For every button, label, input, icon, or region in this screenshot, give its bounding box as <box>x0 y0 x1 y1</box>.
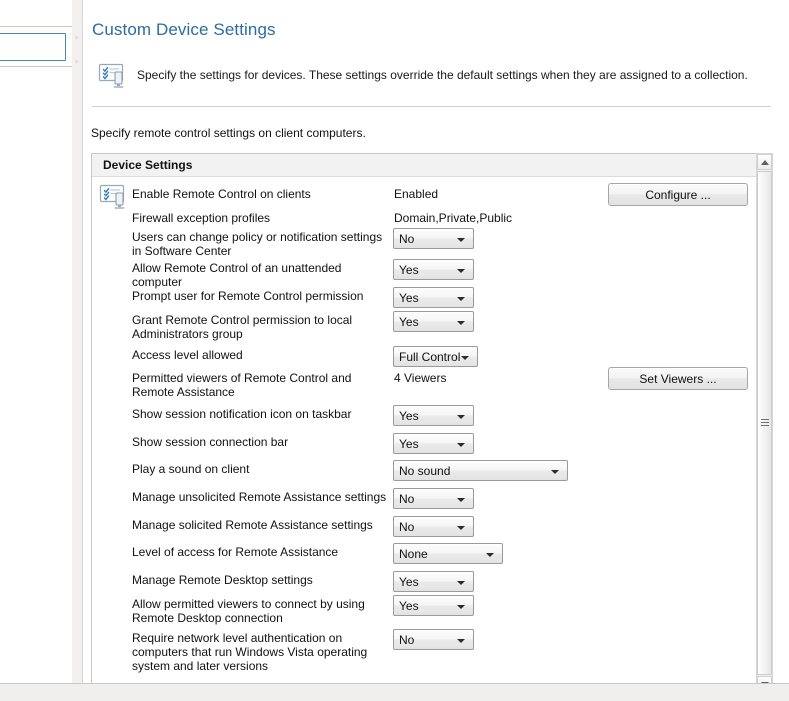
setting-label: Show session connection bar <box>132 435 289 449</box>
chevron-down-icon <box>457 605 465 609</box>
chevron-down-icon <box>457 238 465 242</box>
chevron-down-icon <box>457 415 465 419</box>
setting-label: Users can change policy or notification … <box>132 230 383 258</box>
setting-dropdown-value: Yes <box>399 437 419 451</box>
chevron-down-icon <box>486 553 494 557</box>
setting-value: Domain,Private,Public <box>394 211 513 225</box>
setting-label: Level of access for Remote Assistance <box>132 545 339 559</box>
scroll-up-arrow-icon <box>760 159 769 165</box>
left-navigation-panel[interactable] <box>0 0 73 701</box>
setting-dropdown-value: No <box>399 232 415 246</box>
setting-label: Manage solicited Remote Assistance setti… <box>132 518 373 532</box>
setting-dropdown[interactable]: Yes <box>393 405 474 426</box>
setting-label: Allow permitted viewers to connect by us… <box>132 597 365 625</box>
chevron-down-icon <box>457 269 465 273</box>
app-root: Custom Device Settings Specify the setti… <box>0 0 789 701</box>
device-settings-icon <box>99 184 125 209</box>
main-content-pane: Custom Device Settings Specify the setti… <box>83 0 789 701</box>
setting-label: Play a sound on client <box>132 462 250 476</box>
setting-value: 4 Viewers <box>394 371 447 385</box>
group-header: Device Settings <box>92 154 757 177</box>
setting-label: Firewall exception profiles <box>132 211 271 225</box>
chevron-down-icon <box>457 526 465 530</box>
setting-dropdown[interactable]: No <box>393 488 474 509</box>
setting-dropdown-value: Full Control <box>399 350 461 364</box>
setting-dropdown-value: Yes <box>399 599 419 613</box>
setting-dropdown-value: No sound <box>399 464 451 478</box>
device-settings-group: Device Settings Enable Remote Control on… <box>91 153 758 694</box>
setting-dropdown-value: Yes <box>399 409 419 423</box>
configure-button[interactable]: Configure ... <box>608 183 748 206</box>
chevron-down-icon <box>551 470 559 474</box>
setting-label: Manage unsolicited Remote Assistance set… <box>132 490 387 504</box>
page-title: Custom Device Settings <box>92 20 276 39</box>
chevron-down-icon <box>457 581 465 585</box>
header-divider <box>92 106 771 107</box>
chevron-down-icon <box>457 321 465 325</box>
setting-dropdown[interactable]: No sound <box>393 460 568 481</box>
chevron-down-icon <box>457 443 465 447</box>
scrollbar-grip-icon <box>761 419 769 428</box>
setting-label: Manage Remote Desktop settings <box>132 573 313 587</box>
setting-dropdown[interactable]: No <box>393 629 474 650</box>
setting-dropdown[interactable]: Full Control <box>393 346 478 367</box>
chevron-down-icon <box>457 297 465 301</box>
setting-dropdown-value: Yes <box>399 575 419 589</box>
splitter-dot-icon <box>75 60 78 63</box>
setting-dropdown[interactable]: Yes <box>393 571 474 592</box>
section-description: Specify remote control settings on clien… <box>91 126 366 140</box>
setting-dropdown-value: None <box>399 547 428 561</box>
setting-label: Grant Remote Control permission to local… <box>132 313 353 341</box>
settings-scrollbar[interactable] <box>756 153 773 693</box>
chevron-down-icon <box>457 498 465 502</box>
setting-dropdown-value: No <box>399 492 415 506</box>
setting-dropdown[interactable]: No <box>393 516 474 537</box>
device-settings-icon <box>98 63 124 88</box>
setting-dropdown-value: Yes <box>399 263 419 277</box>
set-viewers-button[interactable]: Set Viewers ... <box>608 367 748 390</box>
setting-dropdown-value: Yes <box>399 291 419 305</box>
setting-label: Permitted viewers of Remote Control and … <box>132 371 352 399</box>
setting-label: Prompt user for Remote Control permissio… <box>132 289 364 303</box>
setting-dropdown[interactable]: Yes <box>393 287 474 308</box>
left-panel-divider <box>0 26 72 27</box>
setting-label: Enable Remote Control on clients <box>132 187 311 201</box>
setting-label: Allow Remote Control of an unattended co… <box>132 261 342 289</box>
left-panel-selected-row[interactable] <box>0 33 66 61</box>
group-header-label: Device Settings <box>103 158 193 172</box>
panel-splitter[interactable] <box>72 0 83 701</box>
splitter-dot-icon <box>75 36 78 39</box>
setting-value: Enabled <box>394 187 439 201</box>
chevron-down-icon <box>457 639 465 643</box>
chevron-down-icon <box>461 356 469 360</box>
dialog-footer <box>0 684 789 701</box>
intro-row: Specify the settings for devices. These … <box>93 55 773 95</box>
left-panel-divider <box>0 66 72 67</box>
setting-dropdown[interactable]: Yes <box>393 595 474 616</box>
setting-label: Show session notification icon on taskba… <box>132 407 352 421</box>
setting-label: Access level allowed <box>132 348 243 362</box>
setting-dropdown-value: No <box>399 633 415 647</box>
setting-label: Require network level authentication on … <box>132 631 368 673</box>
setting-dropdown[interactable]: Yes <box>393 433 474 454</box>
setting-dropdown[interactable]: Yes <box>393 311 474 332</box>
setting-dropdown[interactable]: Yes <box>393 259 474 280</box>
setting-dropdown[interactable]: None <box>393 543 503 564</box>
scrollbar-thumb[interactable] <box>757 171 772 675</box>
setting-dropdown-value: No <box>399 520 415 534</box>
setting-dropdown[interactable]: No <box>393 228 474 249</box>
scroll-up-button[interactable] <box>757 154 772 170</box>
setting-dropdown-value: Yes <box>399 315 419 329</box>
intro-text: Specify the settings for devices. These … <box>137 68 748 82</box>
